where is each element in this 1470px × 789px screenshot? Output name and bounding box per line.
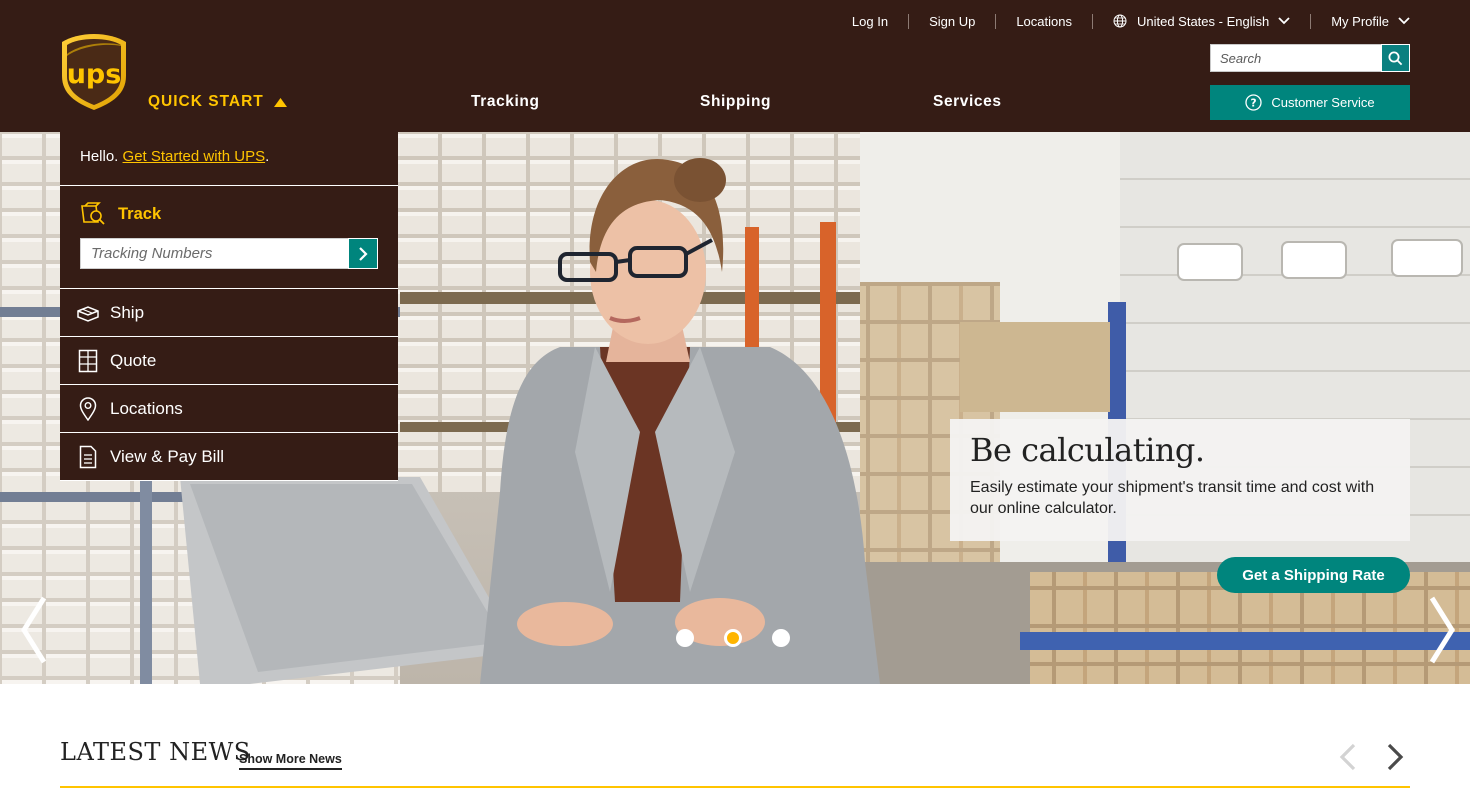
news-divider — [60, 786, 1410, 788]
greeting-text: Hello. — [80, 148, 119, 165]
my-profile-menu[interactable]: My Profile — [1331, 14, 1410, 29]
greeting-period: . — [265, 148, 270, 165]
locations-link[interactable]: Locations — [1016, 14, 1072, 29]
promo-card: Be calculating. Easily estimate your shi… — [950, 419, 1410, 541]
quick-start-quote[interactable]: Quote — [60, 337, 398, 385]
track-link[interactable]: Track — [80, 202, 378, 226]
locations-label: Locations — [110, 398, 183, 418]
track-submit-button[interactable] — [348, 238, 378, 269]
divider — [1310, 13, 1312, 29]
ups-logo[interactable]: ups — [60, 32, 128, 112]
utility-nav: Log In Sign Up Locations United States -… — [852, 11, 1410, 31]
promo-body: Easily estimate your shipment's transit … — [970, 479, 1375, 517]
document-icon — [76, 445, 100, 469]
divider — [908, 13, 910, 29]
news-next-arrow-icon[interactable] — [1385, 743, 1405, 771]
greeting: Hello. Get Started with UPS. — [60, 132, 398, 186]
carousel-pagination — [676, 629, 790, 647]
customer-service-label: Customer Service — [1271, 95, 1375, 110]
nav-services[interactable]: Services — [933, 93, 1002, 111]
quick-start-toggle[interactable]: QUICK START — [148, 93, 287, 111]
site-header: ups Log In Sign Up Locations United Stat… — [0, 0, 1470, 132]
language-label: United States - English — [1136, 13, 1270, 29]
sign-up-link[interactable]: Sign Up — [929, 14, 975, 29]
promo-headline: Be calculating. — [970, 431, 1205, 469]
help-icon: ? — [1245, 94, 1262, 111]
svg-text:ups: ups — [67, 59, 122, 90]
globe-icon — [1113, 14, 1127, 28]
carousel-dot[interactable] — [772, 629, 790, 647]
latest-news-heading: LATEST NEWS — [60, 738, 251, 766]
divider — [1091, 13, 1093, 29]
caret-up-icon — [273, 97, 287, 107]
search-button[interactable] — [1381, 44, 1410, 72]
view-pay-bill-label: View & Pay Bill — [110, 446, 225, 466]
customer-service-button[interactable]: ? Customer Service — [1210, 85, 1410, 120]
news-prev-arrow-icon[interactable] — [1338, 743, 1358, 771]
carousel-prev-arrow-icon[interactable] — [18, 595, 48, 665]
get-shipping-rate-button[interactable]: Get a Shipping Rate — [1217, 557, 1410, 593]
track-label: Track — [118, 204, 162, 223]
chevron-down-icon — [1398, 17, 1410, 25]
ship-box-icon — [76, 301, 100, 325]
location-pin-icon — [76, 396, 100, 421]
carousel-dot[interactable] — [676, 629, 694, 647]
tracking-form — [80, 238, 378, 269]
track-package-icon — [81, 202, 105, 225]
svg-text:?: ? — [1251, 98, 1257, 110]
quote-label: Quote — [110, 350, 157, 370]
log-in-link[interactable]: Log In — [852, 14, 888, 29]
nav-shipping[interactable]: Shipping — [700, 93, 771, 111]
calculator-icon — [76, 349, 100, 373]
site-search — [1210, 44, 1410, 72]
get-started-link[interactable]: Get Started with UPS — [123, 148, 266, 165]
tracking-numbers-input[interactable] — [80, 238, 348, 269]
quick-start-locations[interactable]: Locations — [60, 385, 398, 433]
chevron-right-icon — [359, 246, 368, 261]
quick-start-ship[interactable]: Ship — [60, 289, 398, 337]
divider — [995, 13, 997, 29]
show-more-news-link[interactable]: Show More News — [239, 752, 342, 770]
quick-start-label: QUICK START — [148, 93, 264, 110]
quick-start-view-pay-bill[interactable]: View & Pay Bill — [60, 433, 398, 481]
search-icon — [1388, 51, 1403, 65]
my-profile-label: My Profile — [1331, 13, 1389, 29]
carousel-dot-active[interactable] — [724, 629, 742, 647]
language-selector[interactable]: United States - English — [1113, 14, 1290, 29]
chevron-down-icon — [1278, 17, 1290, 25]
ship-label: Ship — [110, 302, 145, 322]
carousel-next-arrow-icon[interactable] — [1428, 595, 1458, 665]
nav-tracking[interactable]: Tracking — [471, 93, 540, 111]
search-input[interactable] — [1210, 44, 1381, 72]
track-section: Track — [60, 186, 398, 289]
quick-start-panel: Hello. Get Started with UPS. Track Track… — [60, 132, 398, 481]
